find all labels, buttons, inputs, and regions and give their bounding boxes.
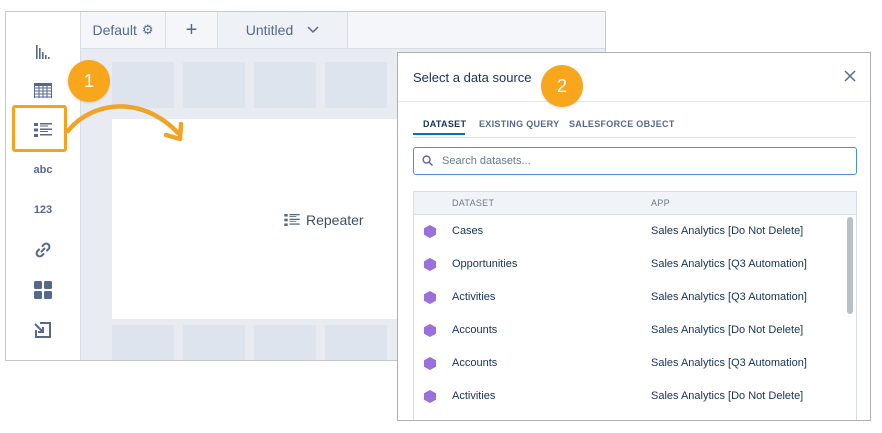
tab-salesforce-object[interactable]: SALESFORCE OBJECT <box>569 119 675 129</box>
dataset-name: Cases <box>452 225 484 237</box>
link-widget-button[interactable] <box>6 232 80 268</box>
import-widget-button[interactable] <box>6 312 80 348</box>
grid-cell <box>183 325 245 360</box>
scrollbar-thumb[interactable] <box>847 217 853 314</box>
tab-untitled-label: Untitled <box>245 22 294 38</box>
column-header-dataset[interactable]: DATASET <box>452 198 494 208</box>
tab-existing-query[interactable]: EXISTING QUERY <box>479 119 559 129</box>
step-2-number: 2 <box>556 75 567 96</box>
search-box <box>413 147 857 175</box>
table-icon <box>34 83 52 98</box>
container-icon <box>34 281 52 299</box>
widget-toolbar: abc 123 <box>6 12 81 360</box>
chart-icon <box>36 45 50 59</box>
column-header-app[interactable]: APP <box>651 198 670 208</box>
grid-cell <box>254 325 316 360</box>
active-tab-indicator <box>413 133 465 135</box>
chevron-down-icon[interactable] <box>307 26 319 34</box>
dataset-icon <box>424 357 436 370</box>
tab-untitled[interactable]: Untitled <box>218 12 348 48</box>
number-widget-button[interactable]: 123 <box>6 192 80 228</box>
tab-dataset[interactable]: DATASET <box>423 119 466 129</box>
step-1-badge: 1 <box>68 60 110 102</box>
select-data-source-modal: Select a data source DATASET EXISTING QU… <box>397 52 871 421</box>
repeater-icon <box>284 214 300 226</box>
close-icon <box>844 70 856 82</box>
search-datasets-input[interactable] <box>442 152 842 170</box>
dataset-name: Activities <box>452 291 496 303</box>
modal-header-divider <box>398 101 870 102</box>
grid-cell <box>325 62 387 108</box>
step-2-badge: 2 <box>541 65 583 107</box>
step-1-number: 1 <box>83 70 94 91</box>
table-row[interactable]: Accounts Sales Analytics [Q3 Automation] <box>414 347 856 380</box>
dataset-icon <box>424 258 436 271</box>
link-icon <box>35 242 51 258</box>
dataset-icon <box>424 225 436 238</box>
grid-cell <box>325 325 387 360</box>
repeater-label-text: Repeater <box>306 212 364 228</box>
import-icon <box>34 322 51 338</box>
dataset-name: Accounts <box>452 324 498 336</box>
add-page-button[interactable]: + <box>166 12 218 48</box>
table-row[interactable]: Opportunities Sales Analytics [Q3 Automat… <box>414 248 856 281</box>
app-name: Sales Analytics [Q3 Automation] <box>651 357 807 369</box>
app-name: Sales Analytics [Do Not Delete] <box>651 324 804 336</box>
repeater-widget-label: Repeater <box>284 212 364 228</box>
repeater-highlight-box <box>12 105 67 152</box>
grid-cell <box>112 325 174 360</box>
dataset-icon <box>424 324 436 337</box>
dataset-name: Activities <box>452 390 496 402</box>
number-icon: 123 <box>33 204 53 216</box>
tab-default-label: Default <box>92 22 137 38</box>
tab-default[interactable]: Default ⚙ <box>81 12 166 48</box>
table-row[interactable]: Accounts Sales Analytics [Do Not Delete] <box>414 314 856 347</box>
tabs-divider <box>413 137 856 138</box>
page-tab-bar: Default ⚙ + Untitled <box>81 12 605 49</box>
table-header: DATASET APP <box>414 192 856 215</box>
close-button[interactable] <box>840 66 860 86</box>
dataset-name: Opportunities <box>452 258 518 270</box>
app-name: Sales Analytics [Q3 Automation] <box>651 258 807 270</box>
chart-widget-button[interactable] <box>6 34 80 70</box>
app-name: Sales Analytics [Do Not Delete] <box>651 225 804 237</box>
gear-icon[interactable]: ⚙ <box>142 22 154 38</box>
dataset-name: Accounts <box>452 357 498 369</box>
dataset-icon <box>424 390 436 403</box>
app-name: Sales Analytics [Do Not Delete] <box>651 390 804 402</box>
search-icon <box>422 155 433 166</box>
table-row[interactable]: Cases Sales Analytics [Do Not Delete] <box>414 215 856 248</box>
dataset-table: DATASET APP Cases Sales Analytics [Do Not… <box>413 191 857 420</box>
app-name: Sales Analytics [Q3 Automation] <box>651 291 807 303</box>
container-widget-button[interactable] <box>6 272 80 308</box>
table-row[interactable]: Activities Sales Analytics [Do Not Delete… <box>414 380 856 413</box>
curved-arrow-icon <box>65 104 184 142</box>
text-widget-button[interactable]: abc <box>6 152 80 188</box>
table-row[interactable]: Activities Sales Analytics [Q3 Automation… <box>414 281 856 314</box>
dataset-icon <box>424 291 436 304</box>
grid-cell <box>254 62 316 108</box>
add-page-label: + <box>185 18 198 41</box>
text-icon: abc <box>33 164 53 176</box>
modal-title: Select a data source <box>413 70 532 85</box>
